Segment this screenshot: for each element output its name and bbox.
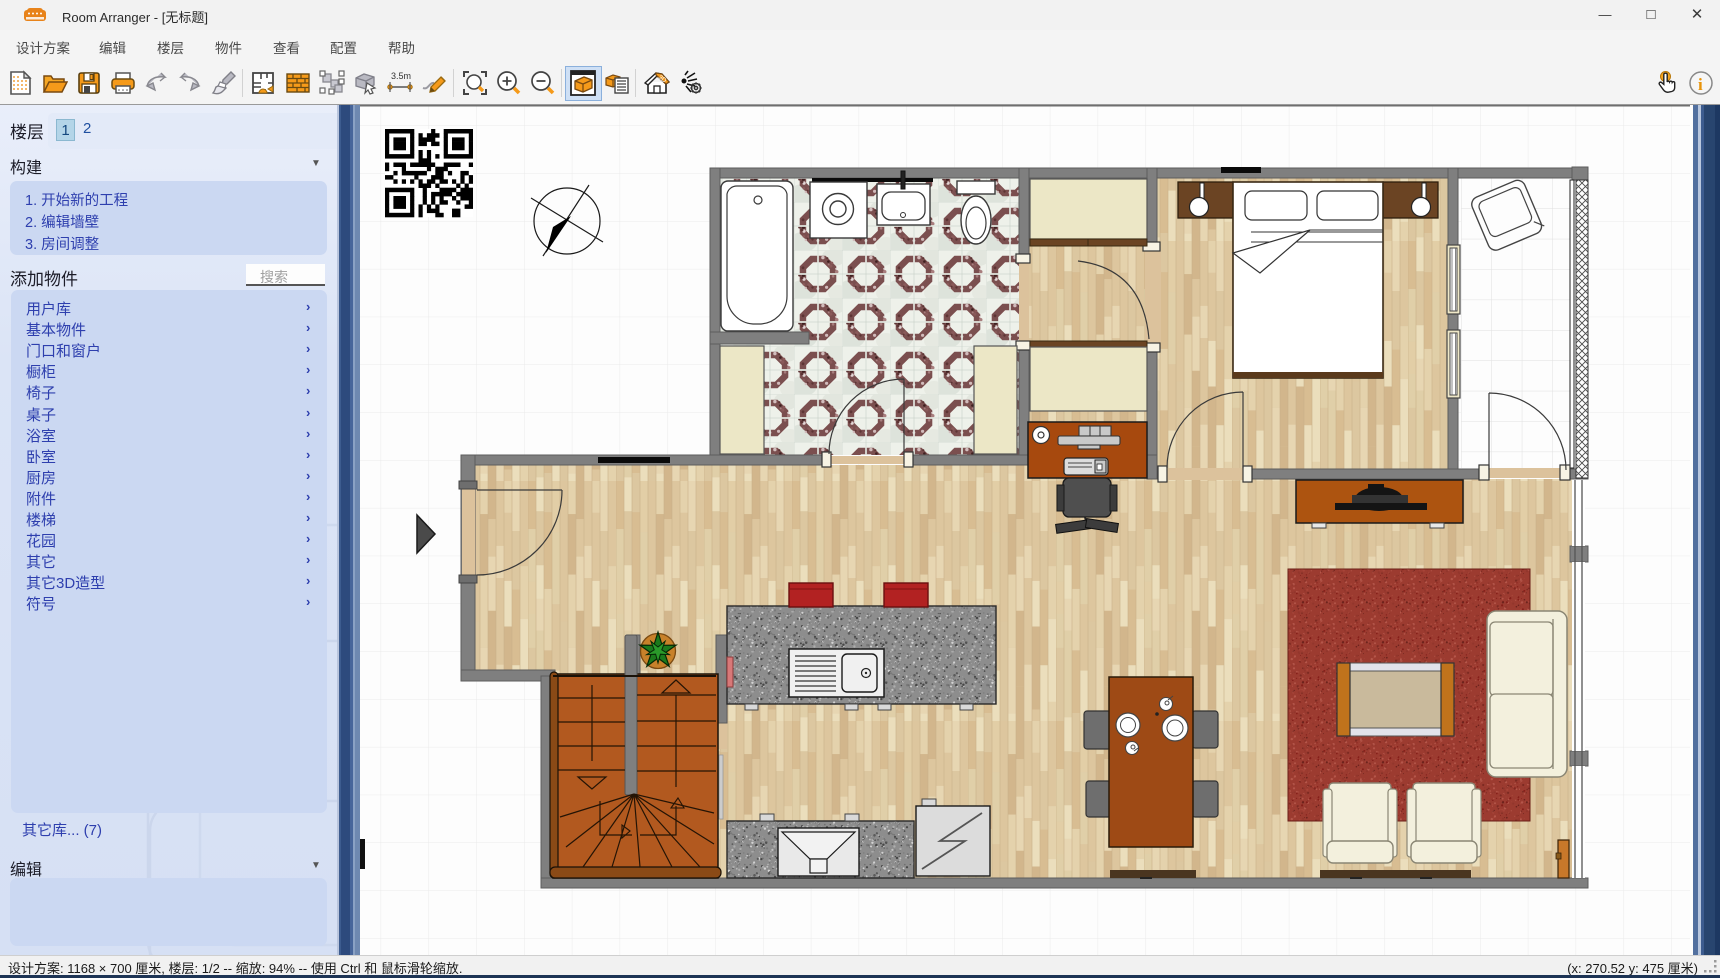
svg-text:3.5m: 3.5m bbox=[391, 71, 411, 81]
svg-text:i: i bbox=[1698, 75, 1703, 94]
